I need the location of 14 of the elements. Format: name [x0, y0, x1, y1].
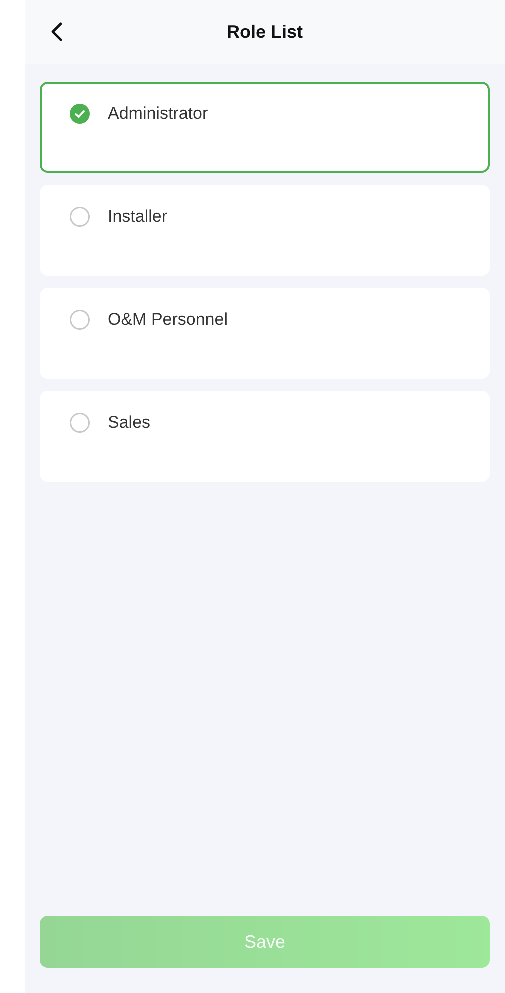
page-title: Role List: [226, 20, 303, 44]
role-option[interactable]: O&M Personnel: [40, 288, 490, 379]
radio-icon: [70, 413, 90, 433]
role-option[interactable]: Administrator: [40, 82, 490, 173]
role-label: O&M Personnel: [108, 310, 228, 330]
role-label: Sales: [108, 413, 151, 433]
radio-icon: [70, 207, 90, 227]
back-icon: [50, 22, 64, 42]
role-label: Administrator: [108, 104, 208, 124]
role-option[interactable]: Installer: [40, 185, 490, 276]
role-label: Installer: [108, 207, 168, 227]
role-option[interactable]: Sales: [40, 391, 490, 482]
checked-radio-icon: [70, 104, 90, 124]
radio-icon: [70, 310, 90, 330]
